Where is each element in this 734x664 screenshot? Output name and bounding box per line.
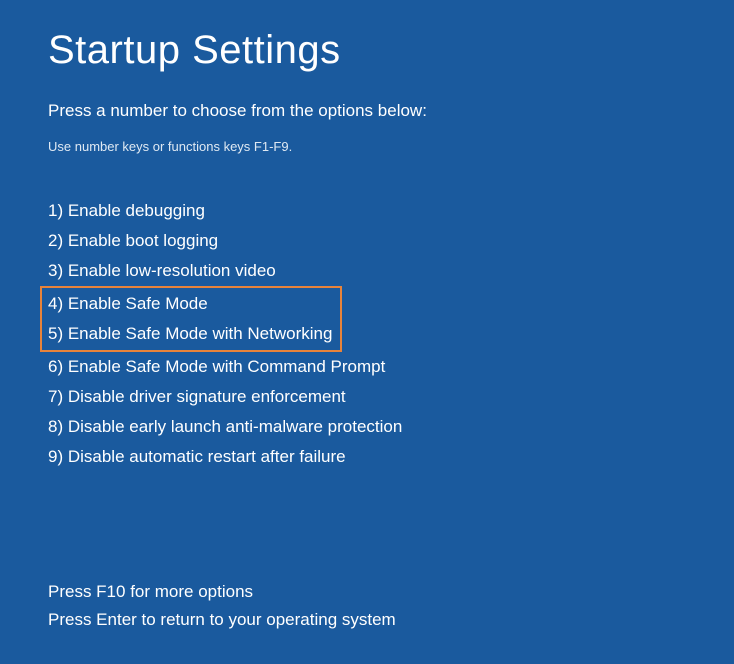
highlight-annotation: 4) Enable Safe Mode 5) Enable Safe Mode … (40, 286, 342, 352)
startup-settings-screen: Startup Settings Press a number to choos… (0, 0, 734, 472)
option-7-disable-driver-sig[interactable]: 7) Disable driver signature enforcement (48, 382, 686, 412)
option-5-safe-mode-networking[interactable]: 5) Enable Safe Mode with Networking (48, 319, 332, 349)
options-list: 1) Enable debugging 2) Enable boot loggi… (48, 196, 686, 472)
option-4-safe-mode[interactable]: 4) Enable Safe Mode (48, 289, 332, 319)
instruction-hint: Use number keys or functions keys F1-F9. (48, 139, 686, 154)
page-title: Startup Settings (48, 28, 686, 73)
footer-instructions: Press F10 for more options Press Enter t… (48, 578, 396, 634)
option-3-low-res-video[interactable]: 3) Enable low-resolution video (48, 256, 686, 286)
option-1-debugging[interactable]: 1) Enable debugging (48, 196, 686, 226)
option-8-disable-antimalware[interactable]: 8) Disable early launch anti-malware pro… (48, 412, 686, 442)
option-6-safe-mode-cmd[interactable]: 6) Enable Safe Mode with Command Prompt (48, 352, 686, 382)
footer-return: Press Enter to return to your operating … (48, 606, 396, 634)
instruction-subtitle: Press a number to choose from the option… (48, 101, 686, 121)
option-2-boot-logging[interactable]: 2) Enable boot logging (48, 226, 686, 256)
option-9-disable-auto-restart[interactable]: 9) Disable automatic restart after failu… (48, 442, 686, 472)
footer-more-options: Press F10 for more options (48, 578, 396, 606)
